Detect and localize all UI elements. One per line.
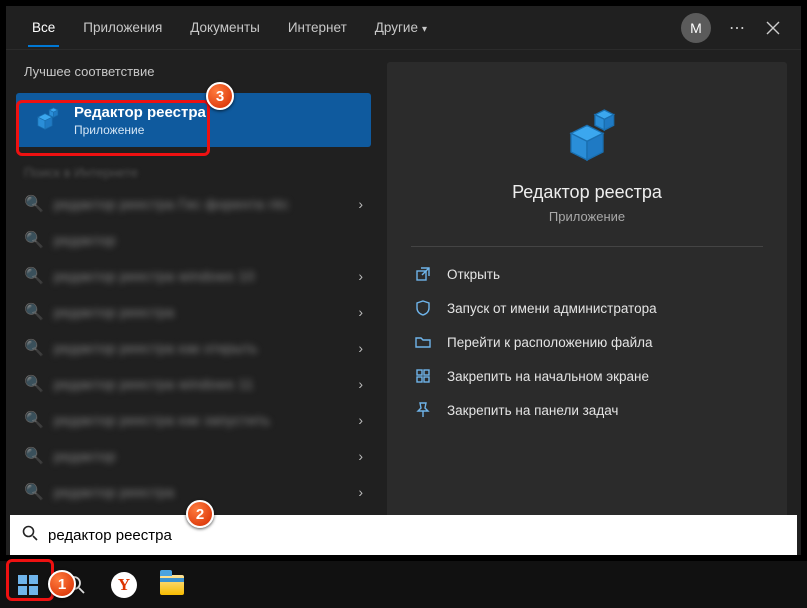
chevron-down-icon: ▾: [422, 24, 427, 35]
chevron-right-icon: ›: [358, 412, 363, 428]
taskbar: Y: [0, 561, 807, 608]
best-match-result[interactable]: Редактор реестра Приложение: [16, 93, 371, 147]
search-icon: [22, 525, 38, 546]
list-item[interactable]: 🔍редактор›: [6, 438, 381, 474]
results-list: Лучшее соответствие: [6, 50, 381, 555]
chevron-right-icon: ›: [358, 484, 363, 500]
action-open-file-location[interactable]: Перейти к расположению файла: [405, 325, 769, 359]
action-open[interactable]: Открыть: [405, 257, 769, 291]
search-results-panel: Все Приложения Документы Интернет Другие…: [6, 6, 801, 555]
best-match-subtitle: Приложение: [74, 123, 206, 137]
file-explorer-icon: [160, 575, 184, 595]
chevron-right-icon: ›: [358, 196, 363, 212]
open-icon: [415, 266, 433, 282]
annotation-callout-2: 2: [186, 500, 214, 528]
chevron-right-icon: ›: [358, 268, 363, 284]
list-item[interactable]: 🔍редактор реестра Гис форента гёс›: [6, 186, 381, 222]
taskbar-yandex-browser[interactable]: Y: [100, 564, 148, 606]
search-input-bar[interactable]: [10, 515, 797, 555]
result-preview-pane: Редактор реестра Приложение Открыть Запу…: [387, 62, 787, 541]
chevron-right-icon: ›: [358, 304, 363, 320]
tab-all[interactable]: Все: [18, 8, 69, 47]
yandex-icon: Y: [111, 572, 137, 598]
tab-more[interactable]: Другие▾: [361, 8, 441, 47]
annotation-callout-3: 3: [206, 82, 234, 110]
taskbar-file-explorer[interactable]: [148, 564, 196, 606]
tab-apps[interactable]: Приложения: [69, 8, 176, 47]
action-run-as-admin[interactable]: Запуск от имени администратора: [405, 291, 769, 325]
more-options-button[interactable]: ⋯: [721, 12, 753, 44]
best-match-header: Лучшее соответствие: [6, 60, 381, 89]
web-search-header: Поиск в Интернете: [6, 157, 381, 186]
close-button[interactable]: [757, 12, 789, 44]
pin-taskbar-icon: [415, 402, 433, 418]
search-input[interactable]: [48, 527, 785, 544]
tab-documents[interactable]: Документы: [176, 8, 274, 47]
chevron-right-icon: ›: [358, 376, 363, 392]
preview-title: Редактор реестра: [405, 182, 769, 203]
list-item[interactable]: 🔍редактор реестра windows 10›: [6, 258, 381, 294]
regedit-icon: [28, 103, 62, 137]
action-pin-to-taskbar[interactable]: Закрепить на панели задач: [405, 393, 769, 427]
user-avatar[interactable]: M: [681, 13, 711, 43]
start-button[interactable]: [4, 564, 52, 606]
tab-web[interactable]: Интернет: [274, 8, 361, 47]
annotation-callout-1: 1: [48, 570, 76, 598]
preview-subtitle: Приложение: [405, 209, 769, 224]
admin-icon: [415, 300, 433, 316]
list-item[interactable]: 🔍редактор: [6, 222, 381, 258]
action-pin-to-start[interactable]: Закрепить на начальном экране: [405, 359, 769, 393]
list-item[interactable]: 🔍редактор реестра›: [6, 294, 381, 330]
folder-icon: [415, 334, 433, 350]
list-item[interactable]: 🔍редактор реестра windows 11›: [6, 366, 381, 402]
list-item[interactable]: 🔍редактор реестра как открыть›: [6, 330, 381, 366]
chevron-right-icon: ›: [358, 448, 363, 464]
pin-start-icon: [415, 368, 433, 384]
regedit-icon-large: [555, 104, 619, 168]
divider: [411, 246, 763, 247]
best-match-title: Редактор реестра: [74, 104, 206, 121]
list-item[interactable]: 🔍редактор реестра как запустить›: [6, 402, 381, 438]
chevron-right-icon: ›: [358, 340, 363, 356]
search-scope-tabs: Все Приложения Документы Интернет Другие…: [6, 6, 801, 50]
